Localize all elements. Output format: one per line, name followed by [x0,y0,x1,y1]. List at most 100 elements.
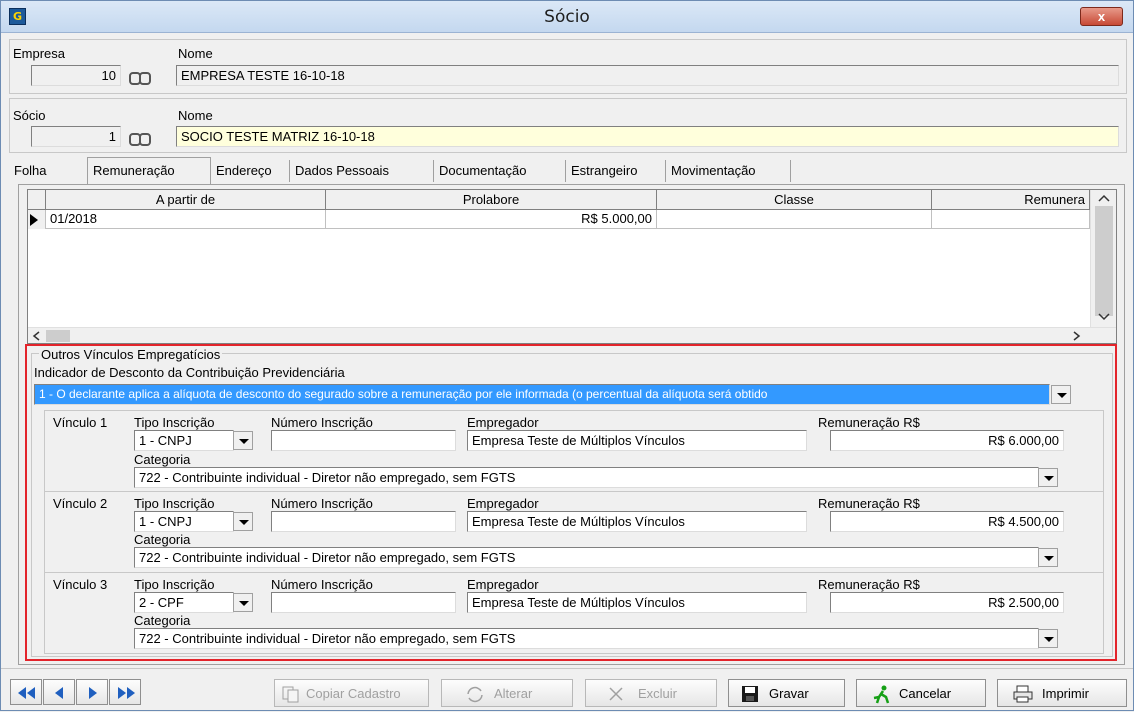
empresa-code-field[interactable]: 10 [31,65,121,86]
remuneracao-field[interactable]: R$ 6.000,00 [830,430,1064,451]
categoria-label: Categoria [134,452,191,467]
vinculo-3-label: Vínculo 3 [53,577,108,592]
categoria-select[interactable]: 722 - Contribuinte individual - Diretor … [134,467,1039,488]
indicador-select[interactable]: 1 - O declarante aplica a alíquota de de… [34,384,1050,405]
socio-group: Sócio Nome 1 SOCIO TESTE MATRIZ 16-10-18 [9,98,1127,153]
tipo-dropdown-button[interactable] [233,431,253,450]
grid-indicator-header [28,190,46,210]
grid-header: A partir de Prolabore Classe Remunera [28,190,1090,210]
first-record-button[interactable] [10,679,42,705]
scroll-arrows-icon [32,330,1081,342]
tab-folha[interactable]: Folha [9,160,52,182]
tab-remuneracao[interactable]: Remuneração [87,157,211,184]
indicador-dropdown-button[interactable] [1051,385,1071,404]
imprimir-button[interactable]: Imprimir [997,679,1127,707]
outros-vinculos-title: Outros Vínculos Empregatícios [39,347,223,362]
title-bar: G Sócio x [1,1,1133,33]
tipo-inscricao-select[interactable]: 2 - CPF [134,592,234,613]
alterar-label: Alterar [494,686,533,701]
tab-dados-pessoais[interactable]: Dados Pessoais [290,160,434,182]
tipo-inscricao-label: Tipo Inscrição [134,496,215,511]
tipo-dropdown-button[interactable] [233,512,253,531]
empresa-group: Empresa Nome 10 EMPRESA TESTE 16-10-18 [9,39,1127,94]
empregador-field[interactable]: Empresa Teste de Múltiplos Vínculos [467,430,807,451]
excluir-label: Excluir [638,686,678,701]
alterar-button[interactable]: Alterar [441,679,573,707]
refresh-icon [467,686,483,703]
remuneracao-field[interactable]: R$ 4.500,00 [830,511,1064,532]
close-button[interactable]: x [1080,7,1123,26]
tab-estrangeiro[interactable]: Estrangeiro [566,160,666,182]
first-icon [18,687,35,699]
gravar-label: Gravar [769,686,809,701]
cell-remuneracao[interactable] [932,210,1090,229]
categoria-label: Categoria [134,613,191,628]
tipo-inscricao-label: Tipo Inscrição [134,577,215,592]
excluir-button[interactable]: Excluir [585,679,717,707]
previous-record-button[interactable] [43,679,75,705]
socio-name-field[interactable]: SOCIO TESTE MATRIZ 16-10-18 [176,126,1119,147]
delete-icon [609,687,623,701]
numero-inscricao-field[interactable] [271,430,456,451]
tipo-inscricao-label: Tipo Inscrição [134,415,215,430]
horizontal-scrollbar[interactable] [28,327,1116,343]
column-header[interactable]: Classe [657,190,932,210]
next-icon [89,687,97,699]
socio-code-field[interactable]: 1 [31,126,121,147]
empresa-name-field[interactable]: EMPRESA TESTE 16-10-18 [176,65,1119,86]
numero-inscricao-field[interactable] [271,511,456,532]
remuneracao-grid[interactable]: A partir de Prolabore Classe Remunera 01… [27,189,1117,344]
categoria-dropdown-button[interactable] [1038,468,1058,487]
categoria-label: Categoria [134,532,191,547]
save-icon [742,686,758,702]
tipo-dropdown-button[interactable] [233,593,253,612]
categoria-select[interactable]: 722 - Contribuinte individual - Diretor … [134,547,1039,568]
scroll-arrows-icon [1095,194,1113,321]
column-header[interactable]: Remunera [932,190,1090,210]
empregador-field[interactable]: Empresa Teste de Múltiplos Vínculos [467,592,807,613]
previous-icon [55,687,63,699]
gravar-button[interactable]: Gravar [728,679,845,707]
column-header[interactable]: Prolabore [326,190,657,210]
last-icon [118,687,135,699]
tab-movimentacao[interactable]: Movimentação [666,160,791,182]
last-record-button[interactable] [109,679,141,705]
categoria-dropdown-button[interactable] [1038,629,1058,648]
numero-inscricao-label: Número Inscrição [271,496,373,511]
numero-inscricao-field[interactable] [271,592,456,613]
empresa-name-label: Nome [178,46,213,61]
cancelar-label: Cancelar [899,686,952,701]
tab-endereco[interactable]: Endereço [211,160,290,182]
categoria-dropdown-button[interactable] [1038,548,1058,567]
empresa-label: Empresa [13,46,66,61]
remuneracao-label: Remuneração R$ [818,577,920,592]
imprimir-label: Imprimir [1042,686,1089,701]
vertical-scrollbar[interactable] [1090,190,1116,329]
remuneracao-label: Remuneração R$ [818,415,920,430]
running-man-icon [873,685,890,704]
vinculo-2-label: Vínculo 2 [53,496,108,511]
socio-label: Sócio [13,108,46,123]
cell-a-partir-de[interactable]: 01/2018 [46,210,326,229]
cell-prolabore[interactable]: R$ 5.000,00 [326,210,657,229]
binoculars-icon[interactable] [128,68,151,85]
column-header[interactable]: A partir de [46,190,326,210]
window-title: Sócio [544,7,590,27]
cancelar-button[interactable]: Cancelar [856,679,986,707]
tab-documentacao[interactable]: Documentação [434,160,566,182]
binoculars-icon[interactable] [128,129,151,146]
row-pointer-icon [30,214,38,226]
tipo-inscricao-select[interactable]: 1 - CNPJ [134,430,234,451]
table-row[interactable]: 01/2018 R$ 5.000,00 [28,210,1090,229]
row-indicator [28,210,46,229]
numero-inscricao-label: Número Inscrição [271,577,373,592]
remuneracao-label: Remuneração R$ [818,496,920,511]
next-record-button[interactable] [76,679,108,705]
remuneracao-field[interactable]: R$ 2.500,00 [830,592,1064,613]
empregador-field[interactable]: Empresa Teste de Múltiplos Vínculos [467,511,807,532]
empregador-label: Empregador [467,496,539,511]
categoria-select[interactable]: 722 - Contribuinte individual - Diretor … [134,628,1039,649]
cell-classe[interactable] [657,210,932,229]
copiar-cadastro-button[interactable]: Copiar Cadastro [274,679,429,707]
tipo-inscricao-select[interactable]: 1 - CNPJ [134,511,234,532]
